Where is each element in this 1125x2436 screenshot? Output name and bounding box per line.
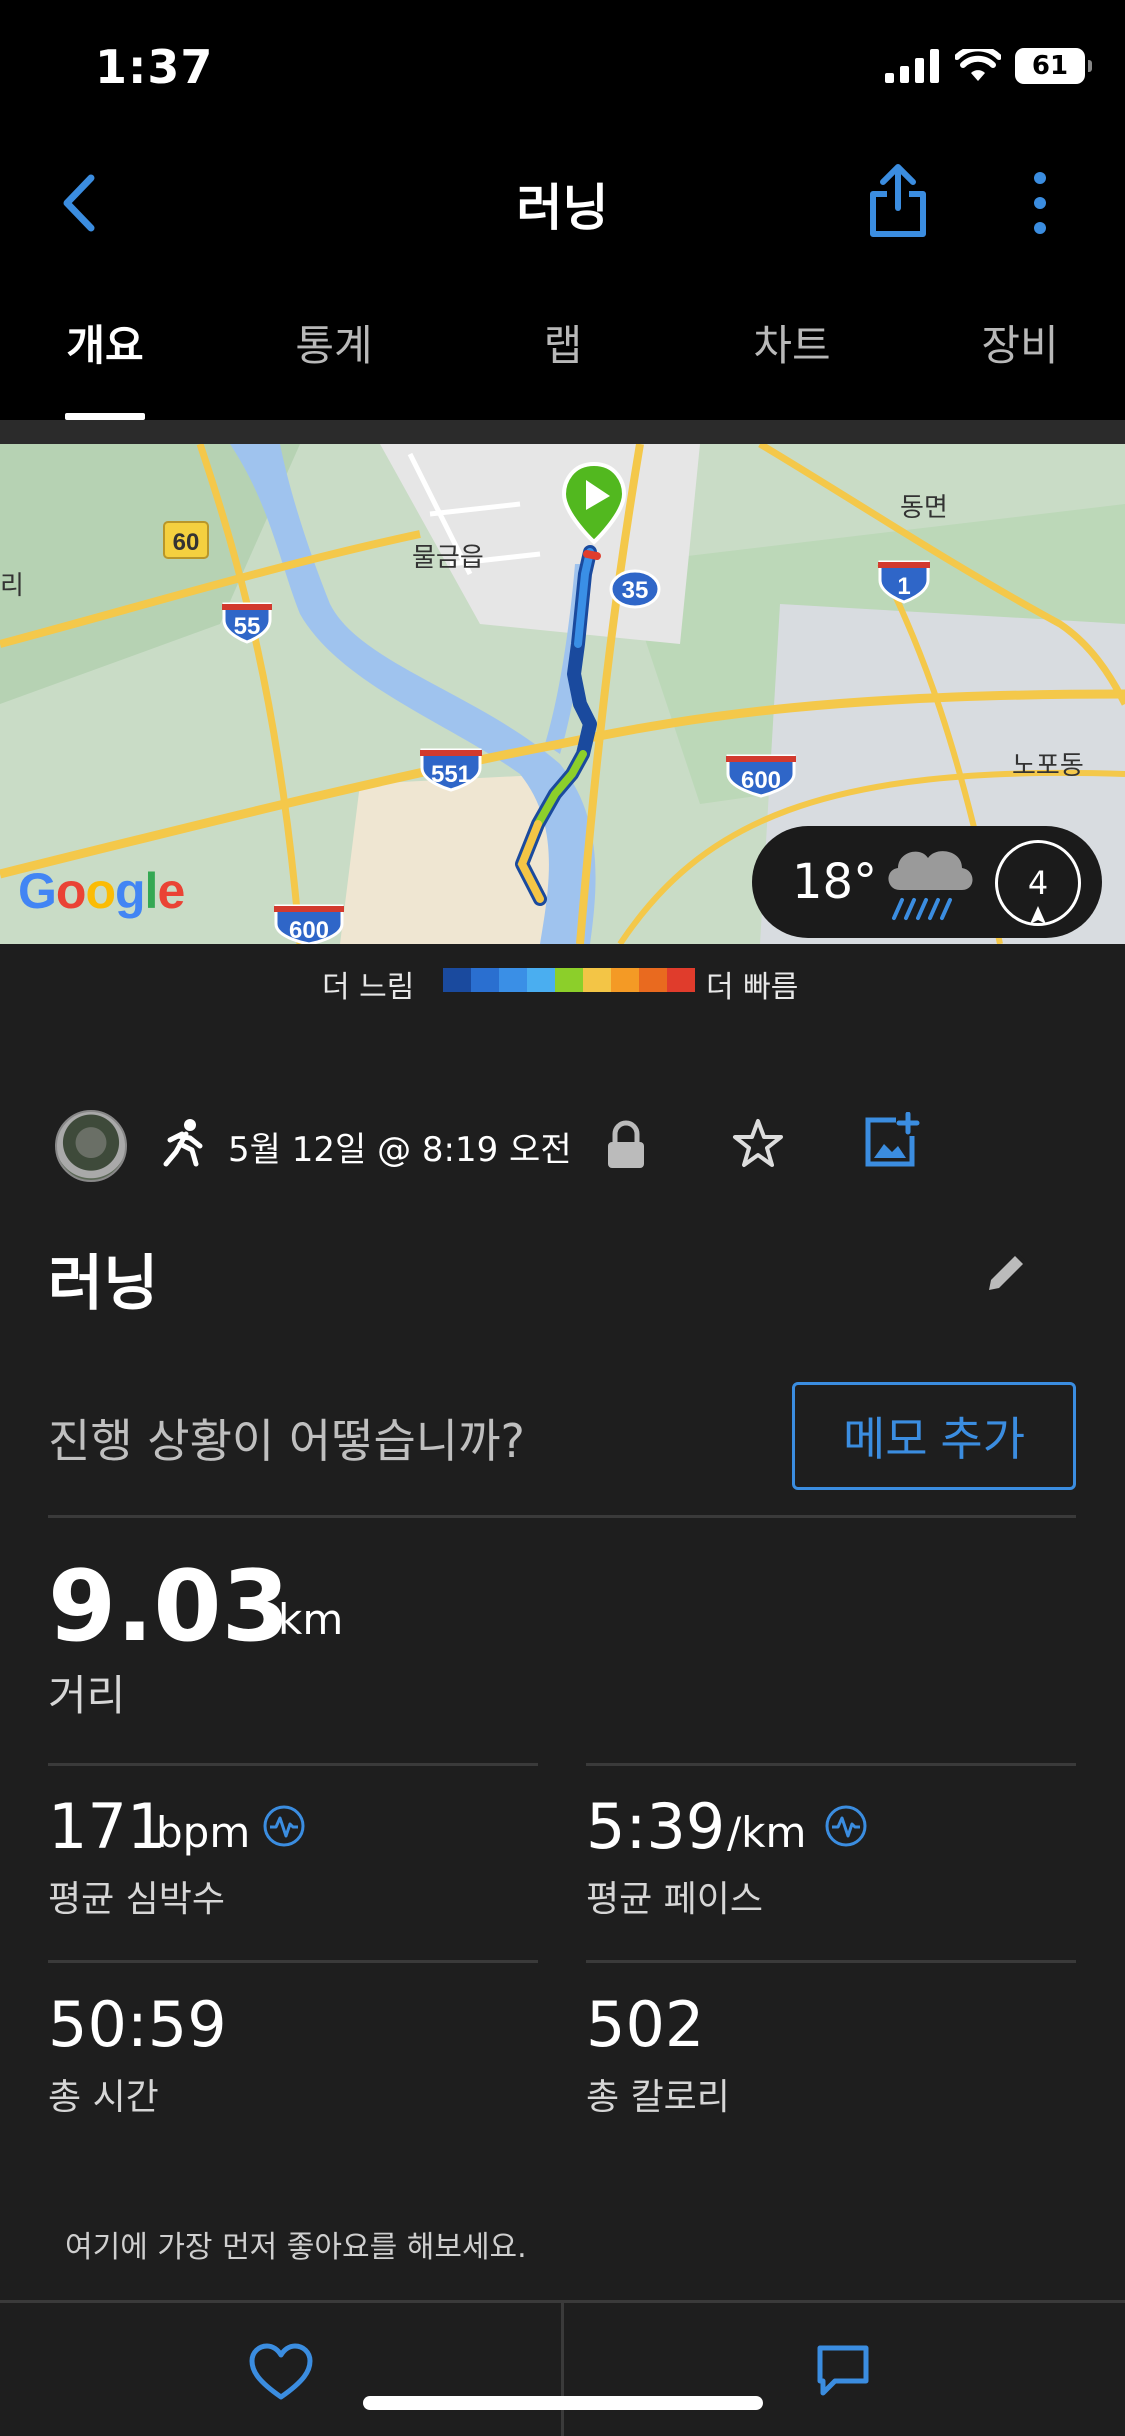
active-tab-indicator <box>65 413 145 420</box>
wifi-icon <box>955 49 1001 81</box>
map-label-hwy-60: 60 <box>173 529 200 556</box>
page-title: 러닝 <box>516 179 609 237</box>
legend-color-swatch <box>443 968 471 992</box>
map-label-hwy-55: 55 <box>234 613 261 640</box>
weather-temperature: 18° <box>792 854 878 910</box>
total-time-value: 50:59 <box>48 1988 227 2061</box>
divider <box>48 1515 1076 1518</box>
google-logo: Google <box>18 863 185 919</box>
avatar[interactable] <box>55 1110 127 1182</box>
legend-fast-label: 더 빠름 <box>706 970 799 1005</box>
heart-icon[interactable] <box>248 2343 314 2403</box>
map-label-edge: 리 <box>0 571 24 601</box>
pace-label: 평균 페이스 <box>586 1879 764 1920</box>
activity-meta-row: 5월 12일 @ 8:19 오전 <box>0 1100 1125 1190</box>
running-icon <box>163 1119 203 1167</box>
calories-value: 502 <box>586 1988 705 2061</box>
status-icons: 61 <box>885 48 1092 84</box>
pace-unit: /km <box>727 1808 807 1857</box>
tab-bar: 개요 통계 랩 차트 장비 <box>0 290 1125 420</box>
calories-label: 총 칼로리 <box>586 2077 730 2118</box>
heart-rate-sensor-icon[interactable] <box>262 1804 306 1848</box>
more-vertical-icon <box>1034 172 1046 234</box>
map-label-hwy-600-bottom: 600 <box>289 917 329 944</box>
distance-label: 거리 <box>48 1671 126 1720</box>
tab-stats[interactable]: 통계 <box>244 312 424 373</box>
pace-legend: 더 느림 더 빠름 <box>0 944 1125 1014</box>
legend-color-swatch <box>527 968 555 992</box>
map-label-hwy-600: 600 <box>741 767 781 794</box>
divider <box>561 2303 564 2436</box>
legend-color-swatch <box>499 968 527 992</box>
status-bar: 1:37 61 <box>0 0 1125 140</box>
legend-color-swatch <box>639 968 667 992</box>
section-divider <box>0 420 1125 444</box>
comment-icon[interactable] <box>815 2343 871 2399</box>
pace-color-scale <box>443 968 695 992</box>
tab-overview[interactable]: 개요 <box>15 312 195 373</box>
heart-rate-label: 평균 심박수 <box>48 1879 226 1920</box>
star-icon[interactable] <box>730 1116 786 1172</box>
divider <box>48 1960 538 1963</box>
heart-rate-unit: bpm <box>156 1808 251 1857</box>
map-label-town-far-east: 노포동 <box>1012 751 1084 781</box>
divider <box>48 1763 538 1766</box>
tab-gear[interactable]: 장비 <box>930 312 1110 373</box>
legend-color-swatch <box>667 968 695 992</box>
pace-sensor-icon[interactable] <box>824 1804 868 1848</box>
like-prompt: 여기에 가장 먼저 좋아요를 해보세요. <box>65 2230 527 2265</box>
heart-rate-value: 171 <box>48 1790 167 1863</box>
activity-title: 러닝 <box>48 1249 159 1319</box>
legend-color-swatch <box>583 968 611 992</box>
add-memo-button[interactable]: 메모 추가 <box>792 1382 1076 1490</box>
map-label-hwy-1: 1 <box>897 573 910 600</box>
tab-laps[interactable]: 랩 <box>473 312 653 373</box>
rain-cloud-icon <box>888 851 973 920</box>
bottom-action-bar <box>0 2300 1125 2436</box>
map-label-town: 물금읍 <box>412 543 484 573</box>
map-label-hwy-35: 35 <box>622 577 649 604</box>
legend-slow-label: 더 느림 <box>322 970 415 1005</box>
lock-icon[interactable] <box>605 1120 647 1170</box>
distance-unit: km <box>278 1595 344 1644</box>
pencil-icon[interactable] <box>985 1250 1029 1294</box>
cellular-signal-icon <box>885 49 939 83</box>
pace-value: 5:39 <box>586 1790 726 1863</box>
route-map[interactable]: 60 55 35 1 551 600 600 물금읍 동면 노포동 리 Goog… <box>0 444 1125 944</box>
legend-color-swatch <box>555 968 583 992</box>
map-label-hwy-551: 551 <box>431 761 471 788</box>
share-icon <box>870 164 926 237</box>
home-indicator <box>363 2396 763 2410</box>
legend-color-swatch <box>611 968 639 992</box>
tab-charts[interactable]: 차트 <box>702 312 882 373</box>
share-button[interactable] <box>865 160 931 244</box>
wind-direction-icon <box>1030 906 1046 924</box>
divider <box>586 1763 1076 1766</box>
more-options-button[interactable] <box>1020 168 1060 242</box>
activity-date: 5월 12일 @ 8:19 오전 <box>228 1130 572 1170</box>
divider <box>586 1960 1076 1963</box>
total-time-label: 총 시간 <box>48 2077 159 2118</box>
weather-badge: 18° 4 <box>752 826 1102 938</box>
progress-question[interactable]: 진행 상황이 어떻습니까? <box>48 1405 525 1471</box>
status-time: 1:37 <box>95 40 214 94</box>
battery-indicator: 61 <box>1015 48 1092 84</box>
legend-color-swatch <box>471 968 499 992</box>
navigation-bar: 러닝 <box>0 140 1125 290</box>
map-label-town-east: 동면 <box>900 493 948 523</box>
add-photo-icon[interactable] <box>862 1112 920 1170</box>
distance-value: 9.03 <box>48 1550 290 1664</box>
